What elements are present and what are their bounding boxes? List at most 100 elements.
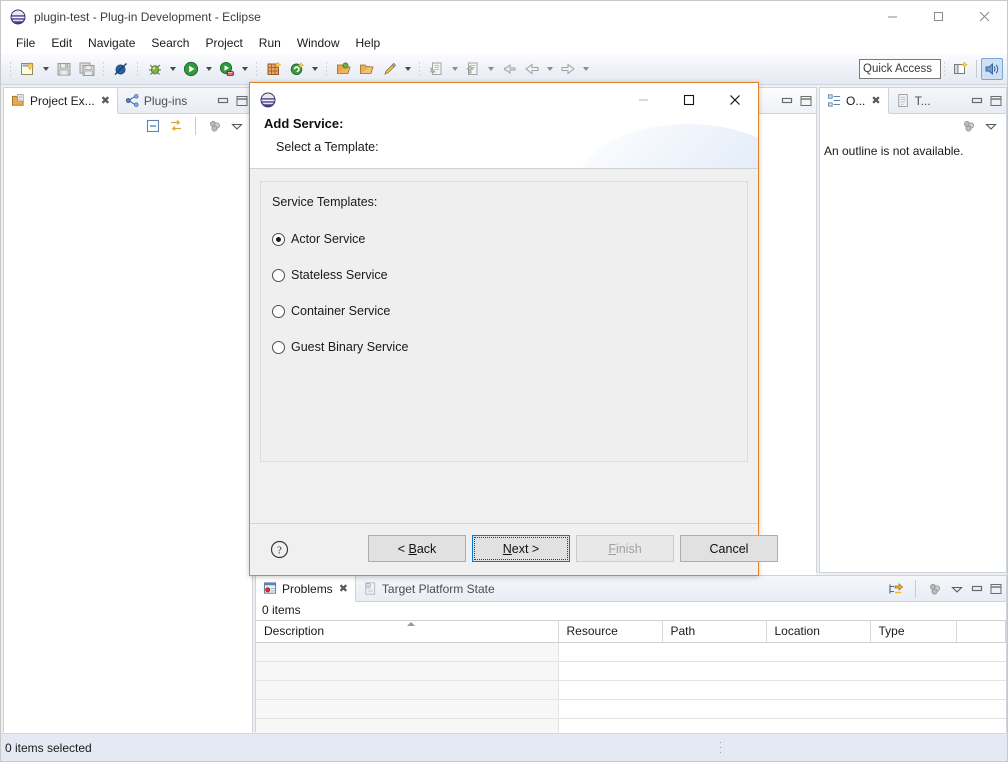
close-icon[interactable]: ✖ xyxy=(101,94,110,107)
column-header-resource[interactable]: Resource xyxy=(558,621,662,643)
menu-navigate[interactable]: Navigate xyxy=(80,32,143,54)
close-icon[interactable]: ✖ xyxy=(339,582,348,595)
open-perspective-icon[interactable] xyxy=(950,58,972,80)
focus-on-selection-icon[interactable] xyxy=(888,581,904,597)
menu-help[interactable]: Help xyxy=(348,32,389,54)
dialog-close-button[interactable] xyxy=(712,83,758,116)
column-header-location[interactable]: Location xyxy=(766,621,870,643)
column-header-type[interactable]: Type xyxy=(870,621,956,643)
sidebar-item-project-explorer[interactable]: Project Ex... ✖ xyxy=(4,88,118,114)
minimize-icon[interactable] xyxy=(217,95,229,107)
back-dropdown[interactable] xyxy=(543,58,556,81)
last-edit-location-icon[interactable] xyxy=(497,58,520,81)
menu-run[interactable]: Run xyxy=(251,32,289,54)
toolbar-grip[interactable] xyxy=(943,61,946,78)
problems-table[interactable]: Description Resource Path Location Type xyxy=(256,620,1006,738)
view-menu-icon[interactable] xyxy=(230,119,244,133)
view-menu-filters-icon[interactable] xyxy=(207,118,223,134)
help-icon[interactable]: ? xyxy=(268,539,290,561)
maximize-icon[interactable] xyxy=(800,95,812,107)
run-coverage-dropdown[interactable] xyxy=(238,58,251,81)
radio-button-icon[interactable] xyxy=(272,269,285,282)
back-button[interactable]: < Back xyxy=(368,535,466,562)
tab-task-list[interactable]: T... xyxy=(889,88,938,113)
open-task-icon[interactable] xyxy=(355,58,378,81)
toolbar-grip[interactable] xyxy=(102,61,105,78)
close-icon[interactable]: ✖ xyxy=(871,94,880,107)
window-maximize-button[interactable] xyxy=(915,1,961,32)
column-header-description[interactable]: Description xyxy=(256,621,558,643)
radio-actor-service[interactable]: Actor Service xyxy=(272,232,747,246)
next-annotation-dropdown[interactable] xyxy=(448,58,461,81)
next-annotation-icon[interactable] xyxy=(425,58,448,81)
minimize-icon[interactable] xyxy=(781,95,793,107)
forward-dropdown[interactable] xyxy=(579,58,592,81)
sidebar-item-plugins[interactable]: Plug-ins xyxy=(118,88,194,113)
menu-search[interactable]: Search xyxy=(143,32,197,54)
new-wizard-dropdown[interactable] xyxy=(39,58,52,81)
toolbar-grip[interactable] xyxy=(9,61,12,78)
menu-edit[interactable]: Edit xyxy=(43,32,80,54)
quick-access-input[interactable]: Quick Access xyxy=(859,59,941,79)
view-menu-icon[interactable] xyxy=(950,582,964,596)
link-with-editor-icon[interactable] xyxy=(168,118,184,134)
external-tools-dropdown[interactable] xyxy=(401,58,414,81)
new-java-class-icon[interactable] xyxy=(285,58,308,81)
toolbar-grip[interactable] xyxy=(418,61,421,78)
view-menu-filters-icon[interactable] xyxy=(961,118,977,134)
radio-guest-binary-service[interactable]: Guest Binary Service xyxy=(272,340,747,354)
previous-annotation-dropdown[interactable] xyxy=(484,58,497,81)
radio-button-icon[interactable] xyxy=(272,341,285,354)
view-menu-filters-icon[interactable] xyxy=(927,581,943,597)
maximize-icon[interactable] xyxy=(990,95,1002,107)
collapse-all-icon[interactable] xyxy=(145,118,161,134)
new-plugin-project-icon[interactable] xyxy=(262,58,285,81)
previous-annotation-icon[interactable] xyxy=(461,58,484,81)
toolbar-grip[interactable] xyxy=(325,61,328,78)
cancel-button[interactable]: Cancel xyxy=(680,535,778,562)
menu-project[interactable]: Project xyxy=(197,32,250,54)
save-icon[interactable] xyxy=(52,58,75,81)
window-close-button[interactable] xyxy=(961,1,1007,32)
table-row[interactable] xyxy=(256,681,1006,700)
column-header-path[interactable]: Path xyxy=(662,621,766,643)
menu-window[interactable]: Window xyxy=(289,32,348,54)
open-type-icon[interactable] xyxy=(332,58,355,81)
radio-stateless-service[interactable]: Stateless Service xyxy=(272,268,747,282)
new-wizard-icon[interactable] xyxy=(16,58,39,81)
skip-breakpoints-icon[interactable] xyxy=(109,58,132,81)
project-explorer-tree[interactable] xyxy=(4,138,252,762)
run-dropdown[interactable] xyxy=(202,58,215,81)
tab-target-platform-state[interactable]: Target Platform State xyxy=(356,576,502,601)
tab-outline[interactable]: O... ✖ xyxy=(820,88,889,114)
maximize-icon[interactable] xyxy=(236,95,248,107)
toolbar-grip[interactable] xyxy=(136,61,139,78)
view-menu-icon[interactable] xyxy=(984,119,998,133)
run-icon[interactable] xyxy=(179,58,202,81)
plugin-development-perspective-icon[interactable] xyxy=(981,58,1003,80)
minimize-icon[interactable] xyxy=(971,95,983,107)
status-resize-grip[interactable] xyxy=(719,740,722,755)
back-icon[interactable] xyxy=(520,58,543,81)
table-row[interactable] xyxy=(256,700,1006,719)
external-tools-icon[interactable] xyxy=(378,58,401,81)
debug-dropdown[interactable] xyxy=(166,58,179,81)
radio-button-icon[interactable] xyxy=(272,305,285,318)
table-row[interactable] xyxy=(256,643,1006,662)
forward-icon[interactable] xyxy=(556,58,579,81)
radio-container-service[interactable]: Container Service xyxy=(272,304,747,318)
menu-file[interactable]: File xyxy=(8,32,43,54)
run-coverage-icon[interactable] xyxy=(215,58,238,81)
next-button[interactable]: Next > xyxy=(472,535,570,562)
window-minimize-button[interactable] xyxy=(869,1,915,32)
save-all-icon[interactable] xyxy=(75,58,98,81)
minimize-icon[interactable] xyxy=(971,583,983,595)
tab-problems[interactable]: Problems ✖ xyxy=(256,576,356,602)
new-java-class-dropdown[interactable] xyxy=(308,58,321,81)
toolbar-grip[interactable] xyxy=(255,61,258,78)
maximize-icon[interactable] xyxy=(990,583,1002,595)
radio-button-icon[interactable] xyxy=(272,233,285,246)
dialog-maximize-button[interactable] xyxy=(666,83,712,116)
table-row[interactable] xyxy=(256,662,1006,681)
debug-icon[interactable] xyxy=(143,58,166,81)
